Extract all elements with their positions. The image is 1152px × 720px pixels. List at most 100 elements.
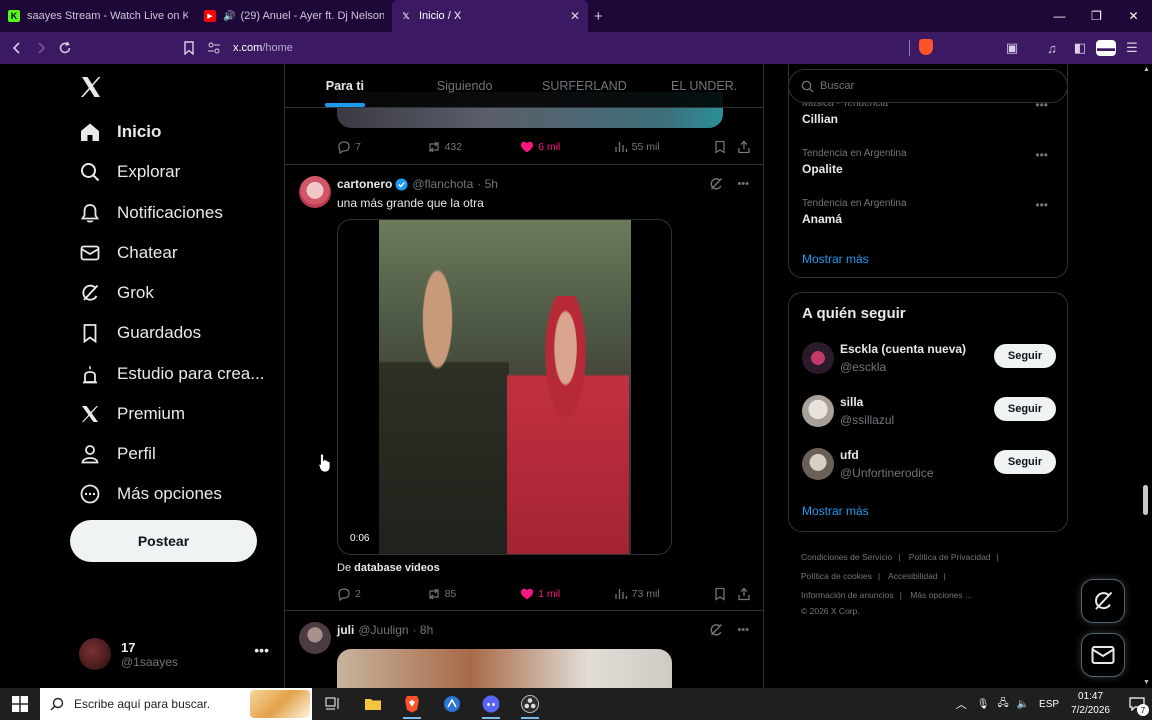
- menu-icon[interactable]: ☰: [1120, 36, 1144, 60]
- wallet-icon[interactable]: ▣: [1000, 36, 1024, 60]
- trends-show-more-link[interactable]: Mostrar más: [802, 252, 869, 266]
- views-button[interactable]: 73 mil: [614, 587, 714, 601]
- account-switcher[interactable]: 17 @1saayes •••: [79, 632, 269, 676]
- microphone-icon[interactable]: 🎙: [977, 699, 990, 710]
- like-button[interactable]: 6 mil: [520, 140, 614, 154]
- nav-item-mas-opciones[interactable]: Más opciones: [79, 479, 222, 509]
- like-button[interactable]: 1 mil: [520, 587, 614, 601]
- follow-suggestion[interactable]: ufd @Unfortinerodice Seguir: [802, 446, 1056, 482]
- terms-link[interactable]: Condiciones de Servicio: [801, 552, 892, 562]
- grok-icon[interactable]: [709, 623, 723, 637]
- follow-button[interactable]: Seguir: [994, 450, 1056, 474]
- nav-item-chatear[interactable]: Chatear: [79, 238, 177, 268]
- obs-icon[interactable]: [517, 692, 543, 719]
- tab-siguiendo[interactable]: Siguiendo: [405, 64, 525, 107]
- ads-info-link[interactable]: Información de anuncios: [801, 590, 894, 600]
- nav-item-premium[interactable]: Premium: [79, 399, 185, 429]
- address-bar[interactable]: x.com/home: [207, 36, 942, 60]
- taskbar-search-input[interactable]: Escribe aquí para buscar.: [40, 688, 312, 720]
- nav-item-notificaciones[interactable]: Notificaciones: [79, 198, 223, 228]
- back-button[interactable]: [5, 36, 29, 60]
- more-dots-icon[interactable]: •••: [1035, 198, 1048, 212]
- more-dots-icon[interactable]: •••: [1035, 148, 1048, 162]
- follow-show-more-link[interactable]: Mostrar más: [802, 504, 869, 518]
- close-window-button[interactable]: ✕: [1115, 0, 1152, 32]
- language-indicator[interactable]: ESP: [1039, 699, 1059, 710]
- windows-start-button[interactable]: [7, 692, 33, 716]
- reload-button[interactable]: [53, 36, 77, 60]
- nav-item-perfil[interactable]: Perfil: [79, 439, 156, 469]
- post-video[interactable]: 0:06: [337, 219, 672, 555]
- trend-item[interactable]: Tendencia en Argentina Opalite •••: [802, 148, 1056, 176]
- nav-item-explorar[interactable]: Explorar: [79, 157, 180, 187]
- nav-item-guardados[interactable]: Guardados: [79, 318, 201, 348]
- clock[interactable]: 01:47 7/2/2026: [1071, 690, 1110, 718]
- nav-item-inicio[interactable]: Inicio: [79, 117, 161, 147]
- messages-floating-button[interactable]: [1081, 633, 1125, 677]
- share-icon[interactable]: [737, 587, 751, 601]
- tab-surferland[interactable]: SURFERLAND: [525, 64, 645, 107]
- brave-shields-icon[interactable]: [919, 39, 933, 55]
- file-explorer-icon[interactable]: [360, 692, 386, 716]
- repost-button[interactable]: 85: [427, 587, 521, 601]
- post-time[interactable]: · 5h: [477, 177, 498, 191]
- more-options-link[interactable]: Más opciones ...: [910, 590, 972, 600]
- tab-youtube[interactable]: ▶ 🔊 (29) Anuel - Ayer ft. Dj Nelson [O: [196, 0, 392, 32]
- media-icon[interactable]: ♫: [1040, 36, 1064, 60]
- post-author-name[interactable]: cartonero: [337, 177, 392, 191]
- tab-para-ti[interactable]: Para ti: [285, 64, 405, 107]
- more-dots-icon[interactable]: •••: [737, 177, 749, 191]
- grok-floating-button[interactable]: [1081, 579, 1125, 623]
- follow-suggestion[interactable]: silla @ssillazul Seguir: [802, 393, 1056, 429]
- scrollbar-thumb[interactable]: [1143, 485, 1148, 515]
- tab-x-home[interactable]: 𝕏 Inicio / X ✕: [392, 0, 588, 32]
- search-input[interactable]: Buscar: [788, 69, 1068, 103]
- repost-button[interactable]: 432: [427, 140, 521, 154]
- close-tab-icon[interactable]: ✕: [564, 9, 580, 23]
- forward-button[interactable]: [29, 36, 53, 60]
- views-button[interactable]: 55 mil: [614, 140, 714, 154]
- speaker-icon[interactable]: 🔊: [223, 11, 235, 22]
- follow-button[interactable]: Seguir: [994, 344, 1056, 368]
- sidebar-icon[interactable]: ◧: [1068, 36, 1092, 60]
- cookies-link[interactable]: Política de cookies: [801, 571, 872, 581]
- reply-button[interactable]: 2: [337, 587, 427, 601]
- share-icon[interactable]: [737, 140, 751, 154]
- app-icon-blue[interactable]: [439, 692, 465, 716]
- page-scrollbar[interactable]: ▲ ▼: [1140, 64, 1152, 688]
- privacy-link[interactable]: Política de Privacidad: [909, 552, 991, 562]
- post-author-name[interactable]: juli: [337, 623, 354, 637]
- restore-button[interactable]: ❐: [1078, 0, 1115, 32]
- post-media[interactable]: [337, 649, 672, 688]
- accessibility-link[interactable]: Accesibilidad: [888, 571, 938, 581]
- source-name[interactable]: database videos: [354, 562, 440, 574]
- follow-suggestion[interactable]: Esckla (cuenta nueva) @esckla Seguir: [802, 340, 1056, 376]
- network-icon[interactable]: 🖧: [997, 696, 1008, 713]
- more-dots-icon[interactable]: •••: [737, 623, 749, 637]
- chevron-up-icon[interactable]: ︿: [956, 696, 967, 712]
- notification-center-button[interactable]: 7: [1122, 688, 1152, 720]
- scroll-down-icon[interactable]: ▼: [1143, 679, 1150, 686]
- new-tab-button[interactable]: +: [594, 0, 603, 32]
- tab-kick[interactable]: K saayes Stream - Watch Live on Kick: [0, 0, 196, 32]
- bookmark-icon[interactable]: [713, 587, 727, 601]
- more-dots-icon[interactable]: •••: [254, 642, 269, 658]
- avatar[interactable]: [299, 176, 331, 208]
- task-view-icon[interactable]: [320, 692, 346, 716]
- discord-icon[interactable]: [478, 692, 504, 719]
- bookmark-icon[interactable]: [713, 140, 727, 154]
- site-settings-icon[interactable]: [207, 42, 221, 54]
- minimize-button[interactable]: —: [1041, 0, 1078, 32]
- brave-browser-icon[interactable]: [399, 692, 425, 719]
- x-logo-icon[interactable]: [79, 75, 103, 99]
- post-time[interactable]: · 8h: [413, 623, 434, 637]
- post-author-handle[interactable]: @flanchota: [412, 177, 473, 191]
- bookmark-page-button[interactable]: [177, 36, 201, 60]
- nav-item-grok[interactable]: Grok: [79, 278, 154, 308]
- volume-icon[interactable]: 🔈: [1017, 699, 1029, 710]
- trend-item[interactable]: Tendencia en Argentina Anamá •••: [802, 198, 1056, 226]
- tab-el-under[interactable]: EL UNDER.: [644, 64, 763, 107]
- nav-item-estudio[interactable]: Estudio para crea...: [79, 359, 264, 389]
- grok-icon[interactable]: [709, 177, 723, 191]
- post-button[interactable]: Postear: [70, 520, 257, 562]
